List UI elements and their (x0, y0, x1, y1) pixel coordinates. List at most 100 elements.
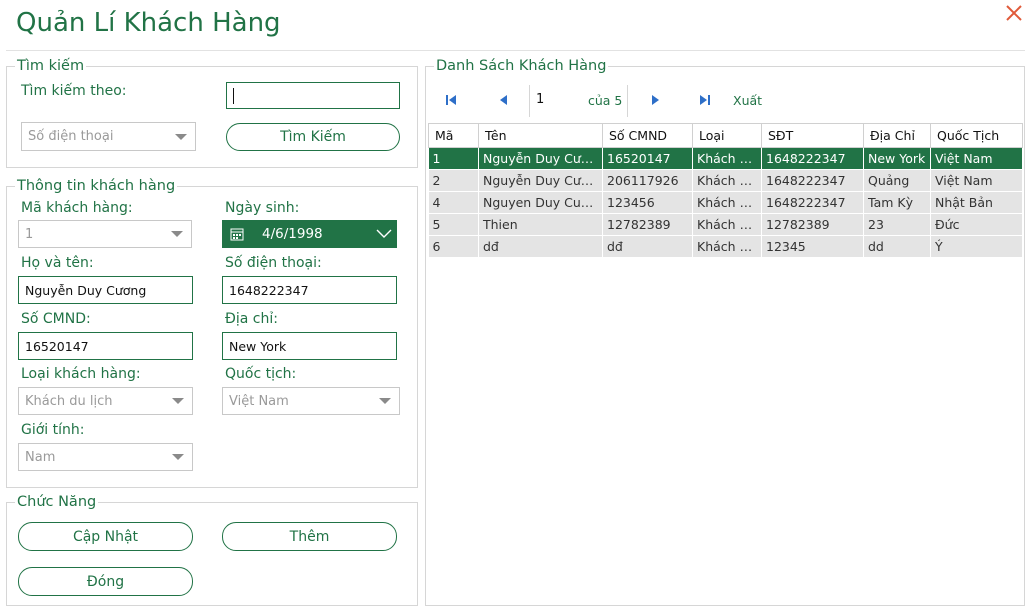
chevron-down-icon (171, 231, 183, 237)
nationality-value: Việt Nam (229, 393, 289, 409)
table-cell: 5 (428, 213, 479, 236)
column-header-phone[interactable]: SĐT (761, 123, 864, 148)
birthdate-picker[interactable]: 4/6/1998 (222, 220, 397, 248)
calendar-icon (230, 227, 244, 241)
table-cell: Thien (478, 213, 603, 236)
customer-type-value: Khách du lịch (25, 393, 113, 409)
address-label: Địa chỉ: (225, 311, 278, 327)
table-cell: New York (863, 147, 931, 170)
table-cell: Việt Nam (930, 147, 1023, 170)
table-row[interactable]: 1 Nguyễn Duy Cương 16520147 Khách d... 1… (428, 147, 1023, 170)
search-by-select[interactable]: Số điện thoại (21, 122, 196, 151)
address-field[interactable]: New York (222, 332, 397, 360)
chevron-down-icon (376, 227, 392, 239)
current-page-input[interactable]: 1 (536, 92, 544, 107)
table-cell: 1648222347 (761, 147, 864, 170)
add-button[interactable]: Thêm (222, 522, 397, 551)
first-page-icon[interactable] (444, 93, 458, 107)
table-cell: Nguyễn Duy Cương (478, 147, 603, 170)
table-row[interactable]: 2 Nguyễn Duy Cương 206117926 Khách đị...… (428, 169, 1023, 192)
table-row[interactable]: 6 dđ dđ Khách d... 12345 dd Ý (428, 235, 1023, 258)
table-header-row: Mã Tên Số CMND Loại SĐT Địa Chỉ Quốc Tịc… (428, 123, 1023, 148)
page-count-label: của 5 (588, 93, 623, 108)
table-cell: Khách d... (692, 235, 762, 258)
table-row[interactable]: 5 Thien 12782389 Khách d... 12782389 23 … (428, 213, 1023, 236)
search-by-select-value: Số điện thoại (28, 129, 114, 144)
table-cell: 16520147 (602, 147, 693, 170)
phone-label: Số điện thoại: (225, 255, 322, 271)
export-button[interactable]: Xuất (733, 93, 762, 108)
table-cell: Đức (930, 213, 1023, 236)
next-page-icon[interactable] (648, 93, 662, 107)
column-header-address[interactable]: Địa Chỉ (863, 123, 931, 148)
table-cell: 4 (428, 191, 479, 214)
nationality-select[interactable]: Việt Nam (222, 387, 400, 415)
customer-id-select[interactable]: 1 (18, 220, 192, 248)
page-separator (529, 85, 530, 117)
window-title: Quản Lí Khách Hàng (16, 8, 281, 38)
column-header-id[interactable]: Mã (428, 123, 479, 148)
gender-value: Nam (25, 449, 56, 465)
table-cell: 1648222347 (761, 169, 864, 192)
phone-field[interactable]: 1648222347 (222, 276, 397, 304)
text-caret (233, 87, 234, 104)
column-header-id-number[interactable]: Số CMND (602, 123, 693, 148)
table-cell: 12345 (761, 235, 864, 258)
customer-type-label: Loại khách hàng: (21, 366, 141, 382)
search-group-legend: Tìm kiếm (15, 57, 87, 75)
last-page-icon[interactable] (698, 93, 712, 107)
column-header-type[interactable]: Loại (692, 123, 762, 148)
search-group: Tìm kiếm Tìm kiếm theo: Số điện thoại Tì… (6, 57, 418, 168)
table-cell: 12782389 (761, 213, 864, 236)
table-cell: dd (863, 235, 931, 258)
table-row[interactable]: 4 Nguyen Duy Cuong 123456 Khách vã... 16… (428, 191, 1023, 214)
id-number-label: Số CMND: (21, 311, 91, 327)
chevron-down-icon (379, 398, 391, 404)
search-input[interactable] (226, 82, 400, 109)
table-cell: Nhật Bản (930, 191, 1023, 214)
table-cell: Việt Nam (930, 169, 1023, 192)
previous-page-icon[interactable] (497, 93, 511, 107)
customer-list-group: Danh Sách Khách Hàng 1 của 5 Xuất Mã Tên… (425, 57, 1025, 606)
table-cell: 12782389 (602, 213, 693, 236)
table-cell: 2 (428, 169, 479, 192)
fullname-field[interactable]: Nguyễn Duy Cương (18, 276, 193, 304)
customer-info-group: Thông tin khách hàng Mã khách hàng: 1 Ng… (6, 177, 418, 488)
table-cell: Khách d... (692, 213, 762, 236)
table-cell: Quảng (863, 169, 931, 192)
customer-type-select[interactable]: Khách du lịch (18, 387, 193, 415)
id-number-field[interactable]: 16520147 (18, 332, 193, 360)
table-cell: dđ (478, 235, 603, 258)
functions-legend: Chức Năng (15, 493, 99, 511)
search-by-label: Tìm kiếm theo: (21, 83, 127, 99)
table-cell: dđ (602, 235, 693, 258)
gender-select[interactable]: Nam (18, 443, 193, 471)
table-cell: Khách d... (692, 147, 762, 170)
fullname-label: Họ và tên: (21, 255, 94, 271)
column-header-name[interactable]: Tên (478, 123, 603, 148)
table-cell: Ý (930, 235, 1023, 258)
close-button[interactable]: Đóng (18, 567, 193, 596)
table-cell: Tam Kỳ (863, 191, 931, 214)
search-button[interactable]: Tìm Kiếm (226, 123, 400, 151)
customer-list-legend: Danh Sách Khách Hàng (434, 57, 609, 75)
functions-group: Chức Năng Cập Nhật Thêm Đóng (6, 493, 418, 606)
update-button[interactable]: Cập Nhật (18, 522, 193, 551)
table-cell: Nguyễn Duy Cương (478, 169, 603, 192)
close-icon[interactable] (1003, 2, 1025, 24)
customer-info-legend: Thông tin khách hàng (15, 177, 178, 195)
table-cell: 6 (428, 235, 479, 258)
page-separator (627, 85, 628, 117)
table-cell: 1 (428, 147, 479, 170)
customer-id-value: 1 (25, 226, 34, 242)
table-cell: Nguyen Duy Cuong (478, 191, 603, 214)
nationality-label: Quốc tịch: (225, 366, 297, 382)
table-cell: Khách đị... (692, 169, 762, 192)
gender-label: Giới tính: (21, 422, 85, 438)
table-cell: 206117926 (602, 169, 693, 192)
column-header-nationality[interactable]: Quốc Tịch (930, 123, 1023, 148)
table-cell: 1648222347 (761, 191, 864, 214)
table-cell: 23 (863, 213, 931, 236)
chevron-down-icon (172, 398, 184, 404)
table-cell: 123456 (602, 191, 693, 214)
